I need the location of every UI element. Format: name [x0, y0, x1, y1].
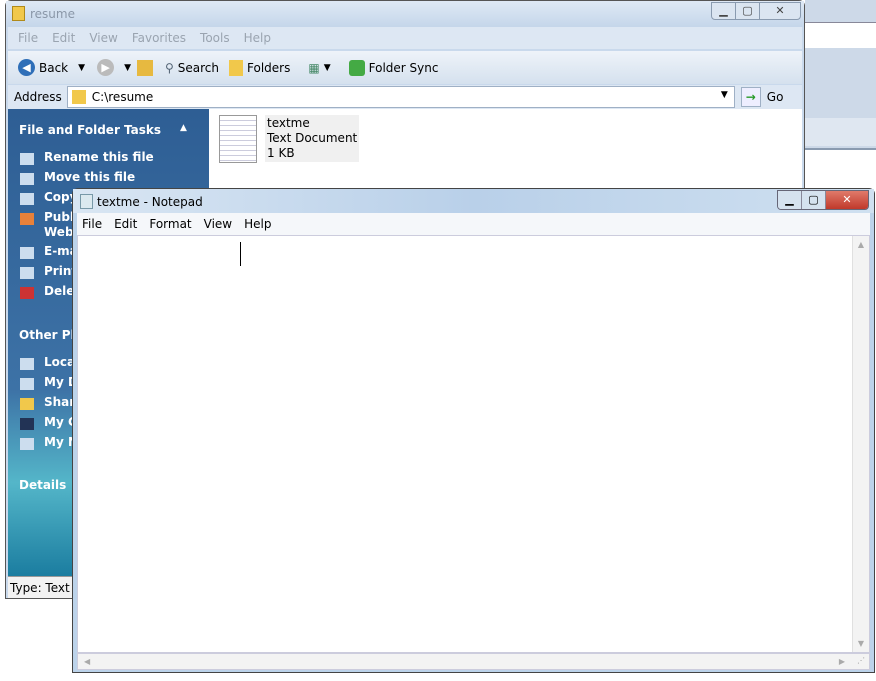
publish-icon	[20, 213, 34, 225]
resize-grip-icon[interactable]: ⋰	[857, 656, 865, 665]
folders-icon	[229, 59, 244, 76]
menu-file[interactable]: File	[18, 31, 38, 45]
address-input[interactable]: C:\resume ▼	[66, 86, 735, 108]
menu-format[interactable]: Format	[149, 217, 191, 231]
notepad-title-bar[interactable]: textme - Notepad ▁ ▢ ✕	[73, 189, 874, 213]
menu-view[interactable]: View	[89, 31, 117, 45]
file-name: textme	[267, 116, 310, 130]
menu-tools[interactable]: Tools	[200, 31, 230, 45]
minimize-button[interactable]: ▁	[778, 191, 802, 209]
details-header[interactable]: Details	[19, 478, 66, 492]
background-window	[805, 0, 876, 150]
address-label: Address	[14, 90, 62, 104]
search-icon: ⚲	[164, 60, 174, 75]
email-icon	[20, 247, 34, 259]
menu-bar: File Edit View Favorites Tools Help	[8, 27, 802, 49]
menu-edit[interactable]: Edit	[52, 31, 75, 45]
delete-icon	[20, 287, 34, 299]
toolbar: ◀ Back ▼ ▶ ▼ ⚲ Search Folders ▦ ▼ Folder Sync	[8, 51, 802, 84]
notepad-icon	[80, 194, 93, 209]
close-button[interactable]: ✕	[760, 3, 800, 20]
go-arrow-icon[interactable]: →	[740, 87, 761, 107]
back-button[interactable]: ◀ Back ▼	[18, 59, 85, 76]
scroll-left-icon[interactable]: ◀	[84, 657, 90, 666]
scroll-up-icon[interactable]: ▲	[853, 240, 869, 249]
text-editor[interactable]: ▲ ▼	[77, 235, 870, 653]
folder-sync-button[interactable]: Folder Sync	[348, 59, 438, 76]
shared-folder-icon	[20, 398, 34, 410]
rename-icon	[20, 153, 34, 165]
copy-icon	[20, 193, 34, 205]
task-publish-web[interactable]: Web	[44, 225, 74, 239]
text-caret	[240, 242, 241, 266]
folders-button[interactable]: Folders	[229, 59, 290, 76]
forward-arrow-icon: ▶	[97, 59, 115, 76]
explorer-title-bar[interactable]: resume ▁ ▢ ✕	[6, 1, 804, 27]
task-rename[interactable]: Rename this file	[44, 150, 154, 164]
menu-favorites[interactable]: Favorites	[132, 31, 186, 45]
text-document-icon	[219, 115, 257, 163]
forward-button[interactable]: ▶ ▼	[97, 59, 131, 76]
sync-icon	[348, 59, 365, 76]
maximize-button[interactable]: ▢	[736, 3, 760, 20]
scroll-right-icon[interactable]: ▶	[839, 657, 845, 666]
vertical-scrollbar[interactable]: ▲ ▼	[852, 236, 869, 652]
print-icon	[20, 267, 34, 279]
task-move[interactable]: Move this file	[44, 170, 135, 184]
file-folder-tasks-header[interactable]: File and Folder Tasks	[19, 123, 161, 137]
my-network-icon	[20, 438, 34, 450]
my-documents-icon	[20, 378, 34, 390]
views-icon: ▦	[308, 60, 320, 75]
menu-bar: File Edit Format View Help	[77, 213, 870, 235]
file-type: Text Document	[267, 131, 358, 145]
notepad-window: textme - Notepad ▁ ▢ ✕ File Edit Format …	[72, 188, 875, 673]
menu-edit[interactable]: Edit	[114, 217, 137, 231]
dropdown-arrow-icon[interactable]: ▼	[721, 90, 728, 100]
address-bar: Address C:\resume ▼ → Go	[8, 85, 802, 109]
maximize-button[interactable]: ▢	[802, 191, 826, 209]
back-arrow-icon: ◀	[18, 59, 35, 76]
move-icon	[20, 173, 34, 185]
file-size: 1 KB	[267, 146, 295, 160]
collapse-icon[interactable]: ▲	[180, 123, 187, 133]
horizontal-scrollbar[interactable]: ◀ ▶ ⋰	[77, 653, 870, 670]
menu-help[interactable]: Help	[244, 217, 271, 231]
go-button[interactable]: Go	[767, 90, 784, 104]
views-button[interactable]: ▦ ▼	[308, 61, 330, 75]
window-title: textme - Notepad	[97, 195, 203, 209]
folder-icon	[71, 90, 86, 104]
scroll-down-icon[interactable]: ▼	[853, 639, 869, 648]
menu-file[interactable]: File	[82, 217, 102, 231]
local-disk-icon	[20, 358, 34, 370]
minimize-button[interactable]: ▁	[712, 3, 736, 20]
close-button[interactable]: ✕	[826, 191, 868, 209]
window-title: resume	[30, 7, 75, 21]
menu-view[interactable]: View	[204, 217, 232, 231]
search-button[interactable]: ⚲ Search	[165, 61, 219, 75]
up-folder-icon[interactable]	[136, 59, 153, 76]
menu-help[interactable]: Help	[244, 31, 271, 45]
my-computer-icon	[20, 418, 34, 430]
folder-icon	[12, 6, 25, 21]
